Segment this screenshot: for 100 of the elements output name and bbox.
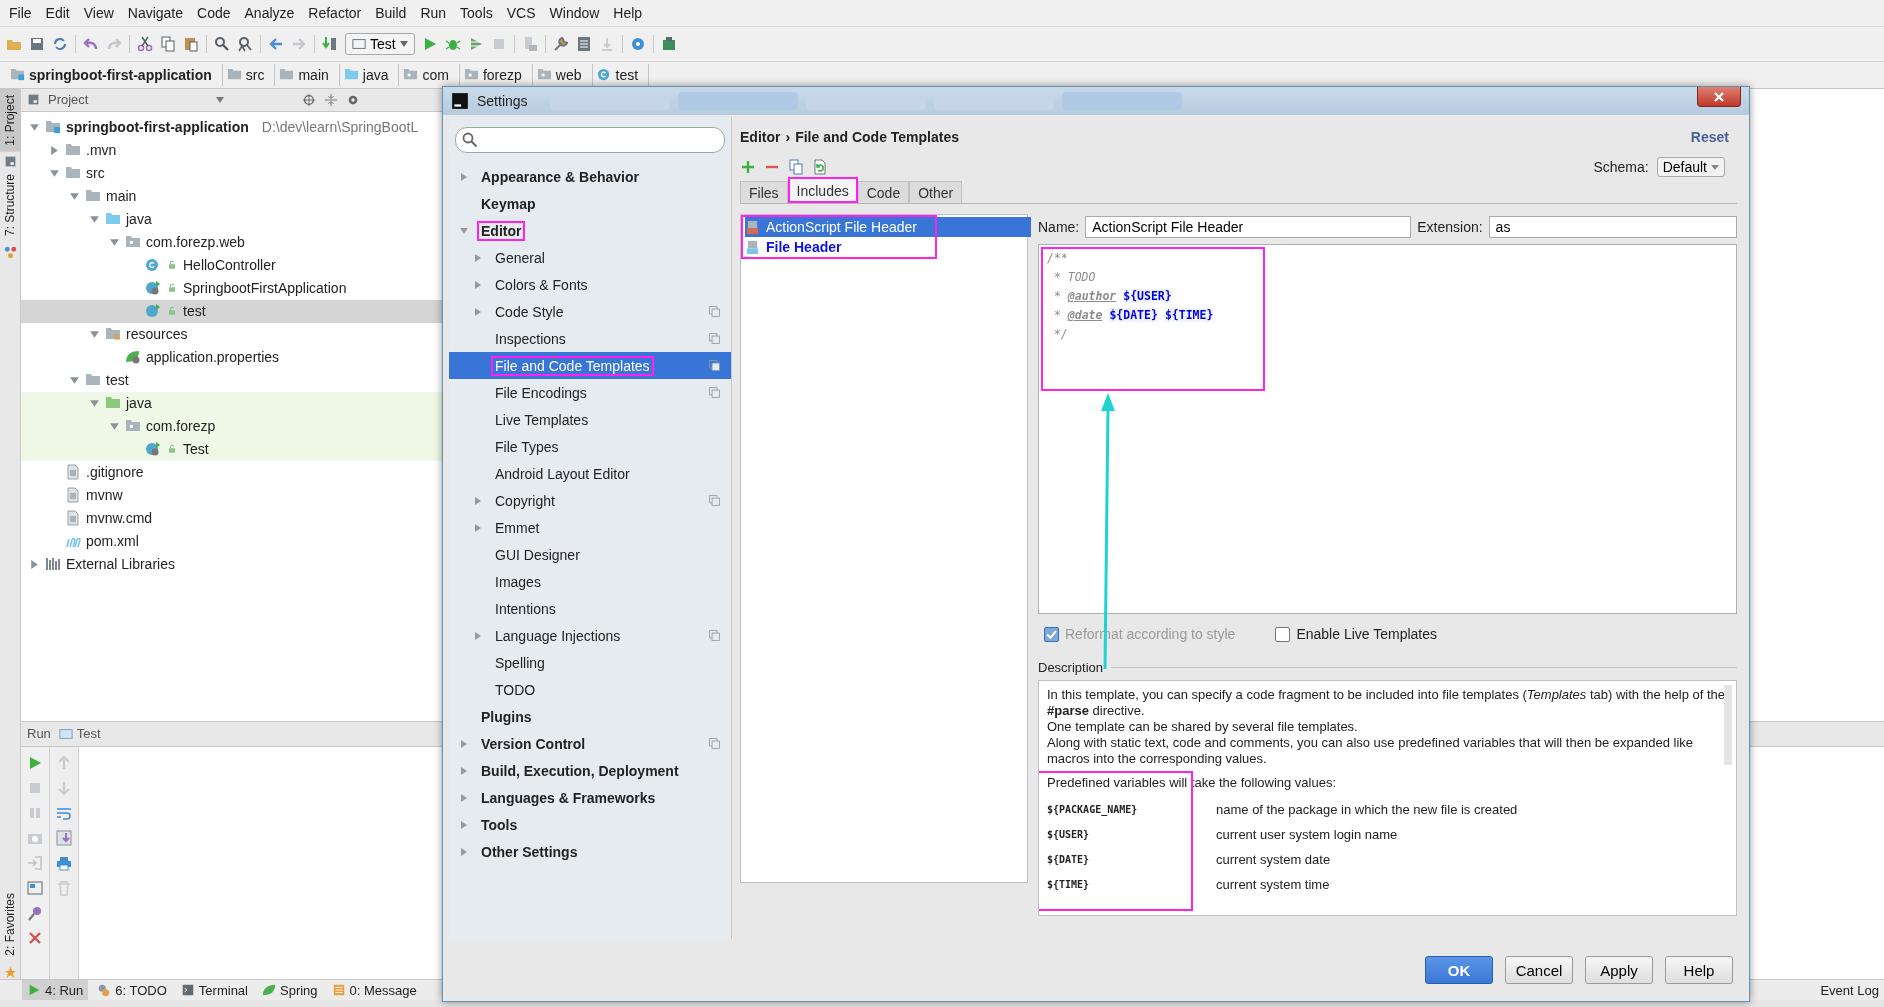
tab[interactable]: Other: [909, 181, 963, 203]
search-field[interactable]: [455, 127, 725, 153]
run-config-dropdown[interactable]: Test: [345, 32, 415, 55]
tool-window-tab[interactable]: Terminal: [175, 980, 253, 1000]
menu-item[interactable]: Edit: [38, 4, 77, 21]
tool-window-tab[interactable]: 7: Structure: [0, 168, 20, 243]
tool-window-tab[interactable]: 4: Run: [22, 980, 89, 1000]
settings-nav-item[interactable]: Intentions: [449, 595, 731, 622]
settings-nav-item[interactable]: Images: [449, 568, 731, 595]
dialog-button[interactable]: OK: [1425, 956, 1493, 984]
tree-item[interactable]: test: [21, 368, 443, 392]
expand-arrow-icon[interactable]: [473, 279, 483, 290]
menu-item[interactable]: Window: [542, 4, 607, 21]
copy-icon[interactable]: [160, 35, 176, 52]
settings-nav-item[interactable]: Android Layout Editor: [449, 460, 731, 487]
structure-dialog-icon[interactable]: [575, 35, 592, 52]
expand-arrow-icon[interactable]: [89, 397, 100, 409]
exit-icon[interactable]: [27, 854, 43, 871]
settings-nav-item[interactable]: TODO: [449, 676, 731, 703]
expand-arrow-icon[interactable]: [473, 495, 483, 506]
tree-item[interactable]: HelloController: [21, 253, 443, 277]
reset-link[interactable]: Reset: [1690, 129, 1729, 145]
breadcrumb-item[interactable]: web: [532, 63, 593, 86]
sync-icon[interactable]: [52, 35, 68, 52]
expand-arrow-icon[interactable]: [459, 765, 469, 776]
close-button[interactable]: [1697, 87, 1741, 107]
settings-nav-item[interactable]: Code Style: [449, 298, 731, 325]
search-icon[interactable]: [214, 35, 230, 52]
tree-item[interactable]: pom.xml: [21, 529, 443, 553]
expand-arrow-icon[interactable]: [473, 252, 483, 263]
settings-nav-item[interactable]: File Types: [449, 433, 731, 460]
menu-item[interactable]: File: [2, 4, 39, 21]
settings-nav-item[interactable]: Build, Execution, Deployment: [449, 757, 731, 784]
expand-arrow-icon[interactable]: [459, 792, 469, 803]
breadcrumb-item[interactable]: forezp: [459, 63, 533, 86]
menu-item[interactable]: Code: [190, 4, 238, 21]
tree-item[interactable]: External Libraries: [21, 552, 443, 576]
settings-nav-item[interactable]: GUI Designer: [449, 541, 731, 568]
settings-nav-item[interactable]: Appearance & Behavior: [449, 163, 731, 190]
back-icon[interactable]: [268, 35, 284, 52]
dialog-button[interactable]: Cancel: [1505, 956, 1573, 984]
cut-icon[interactable]: [137, 35, 153, 52]
breadcrumb-item[interactable]: com: [399, 63, 460, 86]
settings-nav-item[interactable]: Keymap: [449, 190, 731, 217]
name-field[interactable]: ActionScript File Header: [1085, 216, 1412, 238]
breadcrumb-item[interactable]: src: [222, 63, 276, 86]
settings-nav-item[interactable]: Colors & Fonts: [449, 271, 731, 298]
tree-item[interactable]: java: [21, 207, 443, 231]
breadcrumb-item[interactable]: java: [339, 63, 400, 86]
run-icon[interactable]: [27, 754, 43, 771]
settings-nav-item[interactable]: Other Settings: [449, 838, 731, 865]
replace-icon[interactable]: [237, 35, 253, 52]
menu-item[interactable]: Navigate: [120, 4, 191, 21]
settings-nav-item[interactable]: Tools: [449, 811, 731, 838]
target-icon[interactable]: [302, 92, 317, 107]
tree-item[interactable]: main: [21, 184, 443, 208]
add-icon[interactable]: [740, 159, 756, 175]
breadcrumb-item[interactable]: main: [275, 63, 340, 86]
tree-item[interactable]: src: [21, 161, 443, 185]
close-icon[interactable]: [27, 929, 43, 946]
settings-nav-item[interactable]: File Encodings: [449, 379, 731, 406]
reset-icon[interactable]: [812, 159, 828, 175]
pin-icon[interactable]: [27, 904, 43, 921]
print-icon[interactable]: [56, 854, 72, 871]
menu-item[interactable]: Help: [606, 4, 650, 21]
expand-arrow-icon[interactable]: [29, 558, 40, 570]
tool-window-tab[interactable]: 2: Favorites: [0, 887, 20, 962]
save-icon[interactable]: [29, 35, 45, 52]
tool-window-tab[interactable]: Spring: [257, 980, 323, 1000]
tool-window-tab[interactable]: 0: Message: [326, 980, 422, 1000]
tree-item[interactable]: mvnw.cmd: [21, 506, 443, 530]
code-editor[interactable]: /** * TODO * @author ${USER} * @date ${DATE} ${TIME} */: [1038, 244, 1737, 614]
tree-item[interactable]: java: [21, 391, 443, 415]
menu-item[interactable]: Build: [368, 4, 414, 21]
menu-item[interactable]: View: [76, 4, 121, 21]
menu-item[interactable]: Analyze: [237, 4, 302, 21]
tree-item[interactable]: .mvn: [21, 138, 443, 162]
tab[interactable]: Code: [857, 181, 910, 203]
tree-item[interactable]: application.properties: [21, 345, 443, 369]
extension-field[interactable]: as: [1488, 216, 1737, 238]
menu-item[interactable]: Tools: [453, 4, 500, 21]
settings-nav-item[interactable]: Inspections: [449, 325, 731, 352]
redo-icon[interactable]: [106, 35, 122, 52]
collapse-icon[interactable]: [324, 92, 339, 107]
settings-nav-item[interactable]: General: [449, 244, 731, 271]
breadcrumb-item[interactable]: springboot-first-application: [6, 63, 223, 86]
settings-nav-item[interactable]: Live Templates: [449, 406, 731, 433]
settings-nav-item[interactable]: Copyright: [449, 487, 731, 514]
template-item[interactable]: File Header: [745, 237, 931, 257]
tab[interactable]: Files: [740, 181, 788, 203]
menu-item[interactable]: Refactor: [301, 4, 369, 21]
menu-item[interactable]: Run: [413, 4, 454, 21]
settings-nav-item[interactable]: Spelling: [449, 649, 731, 676]
copy-icon[interactable]: [788, 159, 804, 175]
plugin-icon[interactable]: [660, 35, 677, 52]
settings-nav-item[interactable]: Emmet: [449, 514, 731, 541]
expand-arrow-icon[interactable]: [69, 190, 80, 202]
settings-nav-item[interactable]: Languages & Frameworks: [449, 784, 731, 811]
expand-arrow-icon[interactable]: [459, 738, 469, 749]
tree-item[interactable]: com.forezp: [21, 414, 443, 438]
